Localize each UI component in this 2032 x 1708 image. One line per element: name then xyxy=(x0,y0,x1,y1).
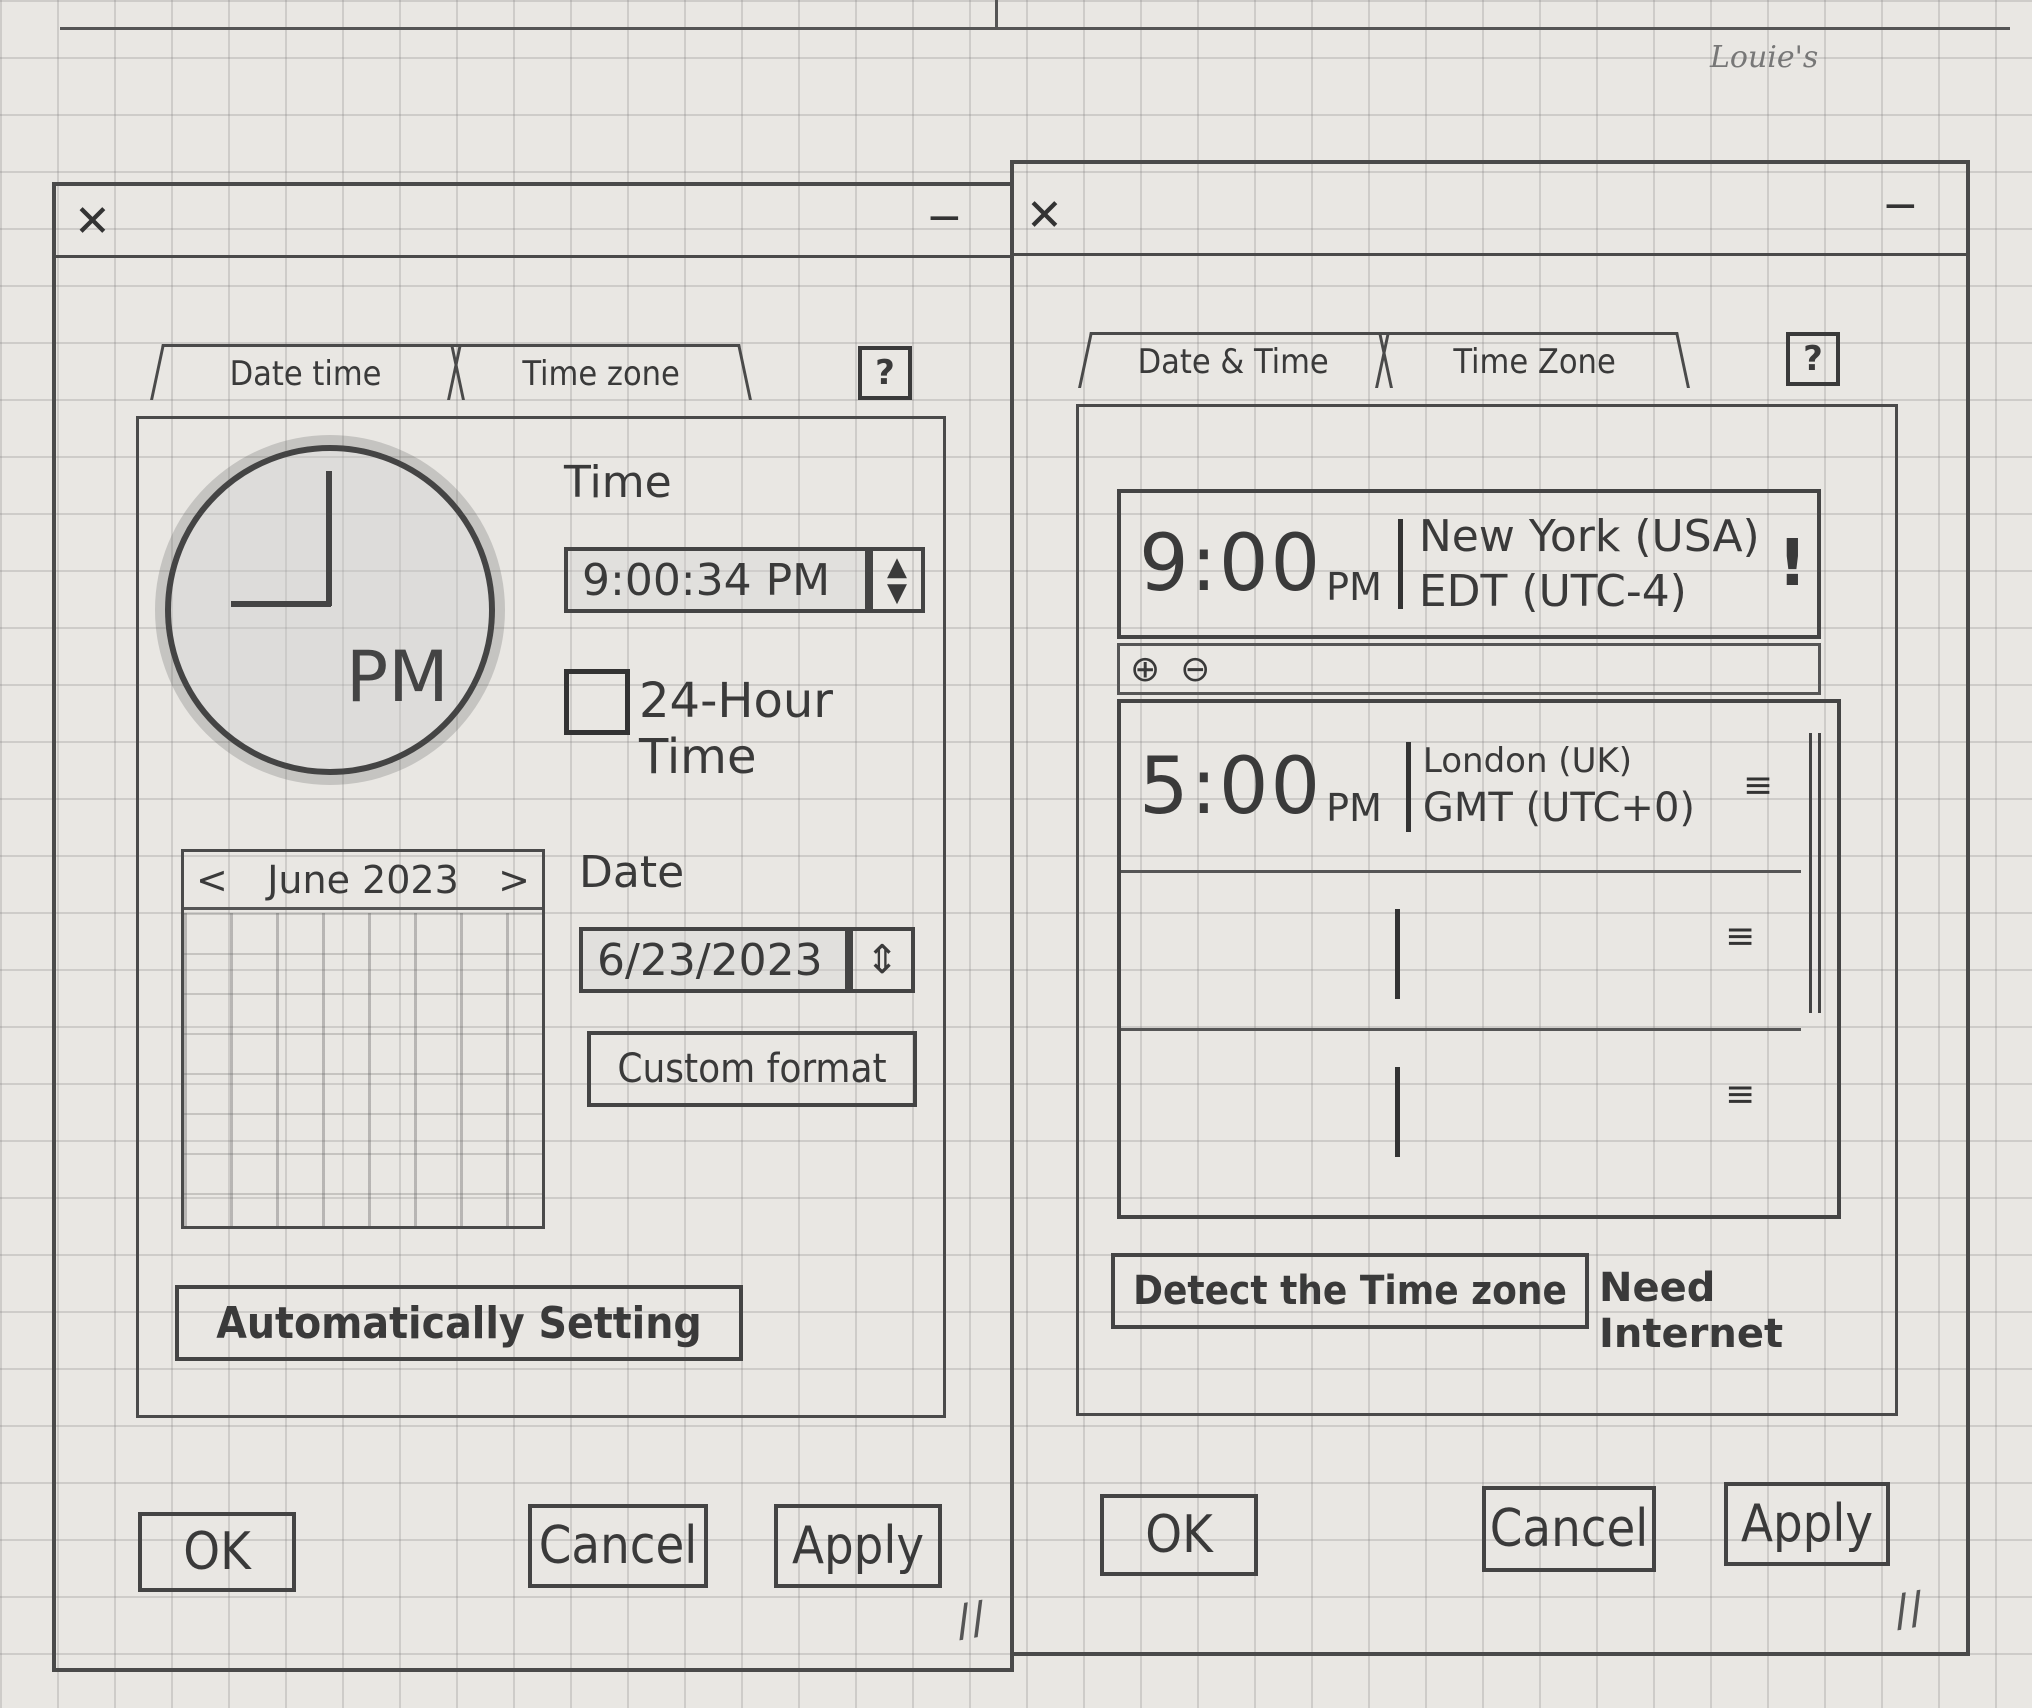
close-icon[interactable]: ✕ xyxy=(74,200,111,244)
ok-button[interactable]: OK xyxy=(138,1512,296,1592)
spin-up-icon[interactable]: ▲ xyxy=(887,554,907,580)
date-time-panel: PM Time 9:00:34 PM ▲ ▼ 24-Hour Time < Ju… xyxy=(136,416,946,1418)
primary-zone-city: New York (USA) xyxy=(1418,511,1760,562)
primary-zone-offset: EDT (UTC-4) xyxy=(1418,566,1687,617)
tab-date-time[interactable]: Date time xyxy=(150,344,462,400)
calendar-prev-button[interactable]: < xyxy=(196,858,228,902)
date-input[interactable]: 6/23/2023 xyxy=(579,927,849,993)
separator xyxy=(1397,519,1403,609)
apply-button[interactable]: Apply xyxy=(774,1504,942,1588)
primary-zone-row: 9:00 PM New York (USA) EDT (UTC-4) ! xyxy=(1117,489,1821,639)
resize-grip-icon[interactable]: // xyxy=(1890,1582,1928,1637)
page-top-rule xyxy=(60,0,2010,30)
cancel-button[interactable]: Cancel xyxy=(528,1504,708,1588)
detect-time-zone-button[interactable]: Detect the Time zone xyxy=(1111,1253,1589,1329)
primary-zone-time: 9:00 xyxy=(1139,519,1323,609)
separator xyxy=(1395,1067,1400,1157)
zone-row[interactable]: ≡ xyxy=(1121,873,1801,1031)
drag-handle-icon[interactable]: ≡ xyxy=(1725,919,1755,955)
hour-hand xyxy=(231,601,331,607)
close-icon[interactable]: ✕ xyxy=(1026,194,1063,238)
need-internet-note: Need Internet xyxy=(1599,1265,1784,1357)
tab-time-zone[interactable]: Time Zone xyxy=(1378,332,1690,388)
zone-info: London (UK) GMT (UTC+0) xyxy=(1423,740,1723,833)
calendar-days-grid[interactable] xyxy=(184,913,542,1226)
zone-offset: GMT (UTC+0) xyxy=(1422,784,1696,831)
automatic-setting-button[interactable]: Automatically Setting xyxy=(175,1285,743,1361)
date-time-window: ✕ − Date time Time zone ? PM Time 9:00:3… xyxy=(52,182,1014,1672)
minute-hand xyxy=(326,471,332,606)
cancel-button[interactable]: Cancel xyxy=(1482,1486,1656,1572)
date-label: Date xyxy=(579,847,685,898)
calendar: < June 2023 > xyxy=(181,849,545,1229)
hour24-label: 24-Hour Time xyxy=(639,673,834,785)
clock-period: PM xyxy=(346,636,449,718)
resize-grip-icon[interactable]: // xyxy=(952,1592,990,1647)
tab-date-time-label: Date time xyxy=(229,353,382,394)
time-input[interactable]: 9:00:34 PM xyxy=(564,547,869,613)
date-spin-icon[interactable]: ⇕ xyxy=(865,940,899,980)
primary-zone-info: New York (USA) EDT (UTC-4) xyxy=(1419,509,1760,619)
time-zone-window: ✕ − Date & Time Time Zone ? 9:00 PM New … xyxy=(1010,160,1970,1656)
zone-list-scrollbar[interactable] xyxy=(1809,733,1821,1013)
window-titlebar: ✕ − xyxy=(1014,164,1966,256)
drag-handle-icon[interactable]: ≡ xyxy=(1743,768,1773,804)
calendar-next-button[interactable]: > xyxy=(498,858,530,902)
author-signature: Louie's xyxy=(1710,40,1819,75)
zone-row[interactable]: ≡ xyxy=(1121,1031,1801,1189)
drag-handle-icon[interactable]: ≡ xyxy=(1725,1077,1755,1113)
separator xyxy=(1395,909,1400,999)
zone-city: London (UK) xyxy=(1422,741,1633,782)
help-button[interactable]: ? xyxy=(1786,332,1840,386)
zone-ampm: PM xyxy=(1326,786,1382,830)
minimize-icon[interactable]: − xyxy=(926,196,963,240)
zone-list: 5:00 PM London (UK) GMT (UTC+0) ≡ ≡ ≡ xyxy=(1117,699,1841,1219)
apply-button[interactable]: Apply xyxy=(1724,1482,1890,1566)
tab-time-zone[interactable]: Time zone xyxy=(450,344,752,400)
page-top-rule-divider xyxy=(995,0,998,30)
add-zone-icon[interactable]: ⊕ xyxy=(1130,649,1160,690)
window-titlebar: ✕ − xyxy=(56,186,1010,258)
time-zone-panel: 9:00 PM New York (USA) EDT (UTC-4) ! ⊕ ⊖… xyxy=(1076,404,1898,1416)
alert-icon: ! xyxy=(1777,527,1807,601)
zone-toolbar: ⊕ ⊖ xyxy=(1117,643,1821,695)
tab-date-time-label: Date & Time xyxy=(1138,341,1330,382)
calendar-header: < June 2023 > xyxy=(184,852,542,910)
ok-button[interactable]: OK xyxy=(1100,1494,1258,1576)
separator xyxy=(1405,741,1411,832)
time-label: Time xyxy=(564,457,672,508)
calendar-month-label: June 2023 xyxy=(267,857,459,902)
custom-format-button[interactable]: Custom format xyxy=(587,1031,917,1107)
tab-date-time[interactable]: Date & Time xyxy=(1078,332,1390,388)
spin-down-icon[interactable]: ▼ xyxy=(887,580,907,606)
tab-time-zone-label: Time Zone xyxy=(1453,341,1616,382)
time-spinner[interactable]: ▲ ▼ xyxy=(869,547,925,613)
tab-time-zone-label: Time zone xyxy=(522,353,681,394)
date-spinner[interactable]: ⇕ xyxy=(849,927,915,993)
primary-zone-ampm: PM xyxy=(1326,565,1382,609)
hour24-checkbox[interactable] xyxy=(564,669,630,735)
zone-row[interactable]: 5:00 PM London (UK) GMT (UTC+0) ≡ xyxy=(1121,703,1801,873)
zone-time: 5:00 xyxy=(1139,741,1323,832)
remove-zone-icon[interactable]: ⊖ xyxy=(1180,649,1210,690)
help-button[interactable]: ? xyxy=(858,346,912,400)
analog-clock: PM xyxy=(165,445,495,775)
minimize-icon[interactable]: − xyxy=(1882,184,1919,228)
